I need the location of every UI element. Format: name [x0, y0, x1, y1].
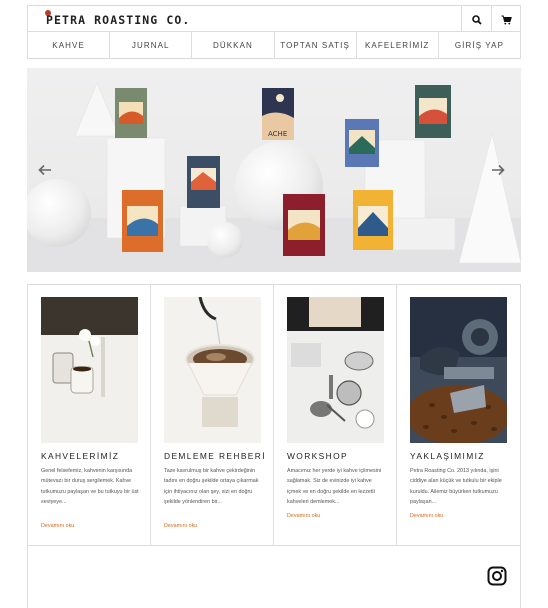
nav-item-jurnal[interactable]: JURNAL	[110, 32, 193, 58]
cart-icon	[501, 15, 512, 24]
coffee-package	[353, 190, 393, 250]
nav-item-kafelerimiz[interactable]: KAFELERİMİZ	[357, 32, 439, 58]
coffee-package	[283, 194, 325, 256]
read-more-link[interactable]: Devamını oku	[41, 523, 74, 529]
card-title: YAKLAŞIMIMIZ	[410, 451, 485, 461]
coffee-package: ACHE	[262, 88, 294, 140]
coffee-package	[122, 190, 163, 252]
footer	[27, 546, 521, 608]
card-title: DEMLEME REHBERİ	[164, 451, 266, 461]
main-nav: KAHVE JURNAL DÜKKAN TOPTAN SATIŞ KAFELER…	[27, 32, 521, 59]
nav-item-dukkan[interactable]: DÜKKAN	[192, 32, 275, 58]
coffee-package	[187, 156, 220, 208]
card-yaklasimimiz[interactable]: YAKLAŞIMIMIZ Petra Roasting Co. 2013 yıl…	[397, 285, 520, 545]
read-more-link[interactable]: Devamını oku	[410, 513, 443, 519]
card-text: Amacımız her yerde iyi kahve içilmesini …	[287, 468, 382, 506]
header: PETRA ROASTING CO.	[27, 5, 521, 33]
nav-item-giris-yap[interactable]: GİRİŞ YAP	[439, 32, 520, 58]
slider-prev-button[interactable]	[35, 160, 55, 180]
package-label: ACHE	[268, 130, 287, 138]
card-image-pour-over	[164, 297, 261, 443]
card-text: Genel felsefemiz, kahvenin karşısında mü…	[41, 468, 139, 506]
instagram-link[interactable]	[487, 566, 507, 586]
search-button[interactable]	[461, 6, 491, 33]
hero-image: ACHE	[27, 82, 521, 272]
coffee-package	[415, 85, 451, 138]
card-title: WORKSHOP	[287, 451, 348, 461]
card-text: Taze kavrulmuş bir kahve çekirdeğinin ta…	[164, 468, 259, 506]
chevron-right-icon	[492, 164, 505, 176]
coffee-package	[345, 119, 379, 167]
card-workshop[interactable]: WORKSHOP Amacımız her yerde iyi kahve iç…	[274, 285, 397, 545]
card-image-coffee-cups	[41, 297, 138, 443]
hero-slider: ACHE	[27, 68, 521, 272]
cart-button[interactable]	[491, 6, 521, 33]
nav-item-kahve[interactable]: KAHVE	[28, 32, 111, 58]
coffee-package	[115, 88, 147, 138]
read-more-link[interactable]: Devamını oku	[287, 513, 320, 519]
read-more-link[interactable]: Devamını oku	[164, 523, 197, 529]
card-kahvelerimiz[interactable]: KAHVELERİMİZ Genel felsefemiz, kahvenin …	[28, 285, 151, 545]
card-text: Petra Roasting Co. 2013 yılında, işini c…	[410, 468, 502, 506]
chevron-left-icon	[38, 164, 51, 176]
instagram-icon	[487, 566, 507, 586]
logo[interactable]: PETRA ROASTING CO.	[46, 13, 190, 27]
search-icon	[471, 14, 482, 25]
page-frame: PETRA ROASTING CO. KAHVE JURNAL DÜKKAN T…	[27, 5, 521, 608]
slider-next-button[interactable]	[488, 160, 508, 180]
feature-cards: KAHVELERİMİZ Genel felsefemiz, kahvenin …	[27, 284, 521, 546]
card-title: KAHVELERİMİZ	[41, 451, 120, 461]
card-image-roaster	[410, 297, 507, 443]
card-image-workshop	[287, 297, 384, 443]
card-demleme-rehberi[interactable]: DEMLEME REHBERİ Taze kavrulmuş bir kahve…	[151, 285, 274, 545]
nav-item-toptan-satis[interactable]: TOPTAN SATIŞ	[275, 32, 357, 58]
